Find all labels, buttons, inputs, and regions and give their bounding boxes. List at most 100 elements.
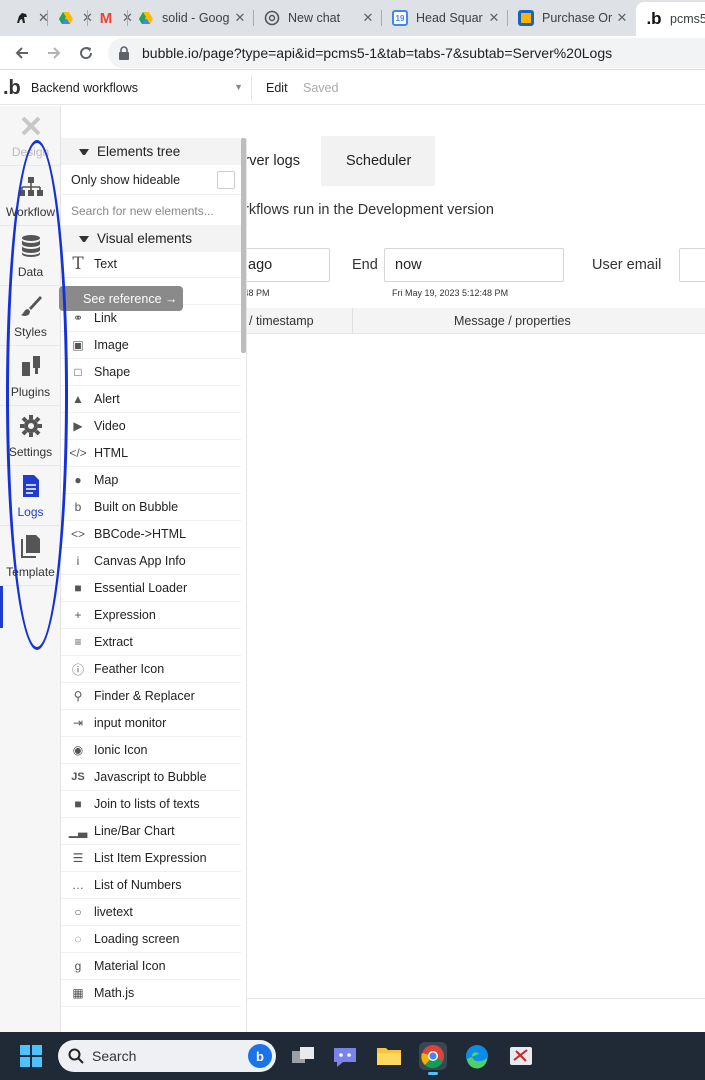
bubble-icon: .b: [646, 9, 662, 28]
reload-icon[interactable]: [74, 41, 98, 65]
browser-tab-active[interactable]: .b pcms5: [636, 2, 705, 36]
nav-data[interactable]: Data: [0, 226, 61, 286]
workflow-page-select[interactable]: Backend workflows ▼: [24, 75, 252, 101]
palette-item-shape[interactable]: □ Shape: [61, 359, 241, 386]
nav-label: Template: [6, 565, 55, 579]
palette-item-label: Expression: [94, 608, 156, 622]
snipping-tool-icon[interactable]: [507, 1042, 535, 1070]
palette-item-extract[interactable]: ≡ Extract: [61, 629, 241, 656]
nav-label: Workflow: [5, 205, 56, 219]
address-bar[interactable]: bubble.io/page?type=api&id=pcms5-1&tab=t…: [108, 38, 705, 68]
google-drive-icon: [58, 10, 74, 26]
plus-icon: +: [74, 608, 82, 622]
end-date-input[interactable]: now: [384, 248, 564, 282]
palette-item-expression[interactable]: + Expression: [61, 602, 241, 629]
palette-item-feather-icon[interactable]: ⓘ Feather Icon: [61, 656, 241, 683]
palette-item-bbcode-html[interactable]: <> BBCode->HTML: [61, 521, 241, 548]
task-view-icon[interactable]: [289, 1042, 317, 1070]
only-hideable-checkbox[interactable]: [217, 171, 235, 189]
magnifier-icon: ⚲: [73, 689, 83, 703]
palette-item-ionic-icon[interactable]: ◉ Ionic Icon: [61, 737, 241, 764]
element-search-input[interactable]: Search for new elements...: [61, 196, 241, 226]
palette-item-input-monitor[interactable]: ⇥ input monitor: [61, 710, 241, 737]
palette-item-label: HTML: [94, 446, 129, 460]
file-explorer-icon[interactable]: [375, 1042, 403, 1070]
nav-settings[interactable]: Settings: [0, 406, 61, 466]
nav-label: Data: [17, 265, 44, 279]
logs-table-header: / timestamp Message / properties: [211, 308, 705, 334]
see-reference-tooltip[interactable]: See reference →: [59, 286, 183, 311]
chrome-icon[interactable]: [419, 1042, 447, 1075]
edit-menu[interactable]: Edit: [266, 81, 288, 95]
browser-tab-1[interactable]: ✕: [4, 4, 49, 32]
nav-label: Plugins: [10, 385, 51, 399]
browser-tab-2[interactable]: ✕: [48, 4, 93, 32]
visual-elements-header[interactable]: Visual elements: [61, 225, 241, 252]
taskbar-search[interactable]: Search b: [58, 1040, 276, 1072]
palette-item-livetext[interactable]: ○ livetext: [61, 899, 241, 926]
browser-tab-6[interactable]: 19 Head Squar ✕: [382, 4, 508, 32]
palette-item-image[interactable]: ▣ Image: [61, 332, 241, 359]
tab-title: pcms5: [670, 12, 705, 26]
palette-item-essential-loader[interactable]: ■ Essential Loader: [61, 575, 241, 602]
forward-arrow-icon[interactable]: [42, 41, 66, 65]
teams-chat-icon[interactable]: [331, 1042, 359, 1070]
palette-item-math-js[interactable]: ▦ Math.js: [61, 980, 241, 1007]
edge-icon[interactable]: [463, 1042, 491, 1070]
palette-item-built-on-bubble[interactable]: b Built on Bubble: [61, 494, 241, 521]
chatgpt-icon: [264, 10, 280, 26]
elements-palette: Elements tree Only show hideable Search …: [61, 138, 247, 1032]
nav-design[interactable]: Design: [0, 106, 61, 166]
nav-workflow[interactable]: Workflow: [0, 166, 61, 226]
browser-tab-5[interactable]: New chat ✕: [254, 4, 382, 32]
elements-tree-header[interactable]: Elements tree: [61, 138, 241, 165]
back-arrow-icon[interactable]: [10, 41, 34, 65]
palette-item-label: Alert: [94, 392, 120, 406]
windows-start-icon[interactable]: [20, 1045, 42, 1067]
palette-item-html[interactable]: </> HTML: [61, 440, 241, 467]
tab-scheduler[interactable]: Scheduler: [346, 136, 411, 186]
tab-title: New chat: [288, 11, 341, 25]
browser-tab-3[interactable]: M ✕: [88, 4, 133, 32]
palette-item-material-icon[interactable]: g Material Icon: [61, 953, 241, 980]
palette-item-list-of-numbers[interactable]: … List of Numbers: [61, 872, 241, 899]
palette-scrollbar[interactable]: [241, 138, 246, 353]
palette-item-line-bar-chart[interactable]: ▁▃ Line/Bar Chart: [61, 818, 241, 845]
palette-item-map[interactable]: ● Map: [61, 467, 241, 494]
palette-item-list-item-expression[interactable]: ☰ List Item Expression: [61, 845, 241, 872]
palette-item-label: BBCode->HTML: [94, 527, 187, 541]
js-icon: JS: [71, 771, 85, 783]
palette-item-label: livetext: [94, 905, 133, 919]
palette-item-loading-screen[interactable]: ◌ Loading screen: [61, 926, 241, 953]
palette-item-finder-replacer[interactable]: ⚲ Finder & Replacer: [61, 683, 241, 710]
nav-styles[interactable]: Styles: [0, 286, 61, 346]
palette-item-label: Material Icon: [94, 959, 166, 973]
palette-item-video[interactable]: ▶ Video: [61, 413, 241, 440]
close-icon[interactable]: ✕: [614, 10, 630, 26]
browser-tab-7[interactable]: Purchase Or ✕: [508, 4, 636, 32]
bubble-logo-icon[interactable]: .b: [3, 77, 21, 100]
divider: [245, 998, 705, 999]
calculator-icon: ▦: [72, 986, 84, 1000]
close-icon[interactable]: ✕: [486, 10, 502, 26]
template-icon: [20, 534, 41, 561]
palette-item-label: input monitor: [94, 716, 167, 730]
browser-tab-4[interactable]: solid - Goog ✕: [128, 4, 254, 32]
palette-item-javascript-to-bubble[interactable]: JS Javascript to Bubble: [61, 764, 241, 791]
nav-logs[interactable]: Logs: [0, 466, 61, 526]
visual-elements-label: Visual elements: [97, 231, 193, 246]
info-icon: i: [76, 554, 80, 568]
text-T-icon: T: [72, 254, 84, 274]
user-email-input[interactable]: [679, 248, 705, 282]
nav-plugins[interactable]: Plugins: [0, 346, 61, 406]
palette-item-join-to-lists-of-texts[interactable]: ■ Join to lists of texts: [61, 791, 241, 818]
close-icon[interactable]: ✕: [360, 10, 376, 26]
close-icon[interactable]: ✕: [232, 10, 248, 26]
palette-item-label: Text: [94, 257, 117, 271]
gmail-icon: M: [99, 9, 113, 27]
palette-item-alert[interactable]: ▲ Alert: [61, 386, 241, 413]
nav-template[interactable]: Template: [0, 526, 61, 586]
palette-item-text[interactable]: T Text: [61, 251, 241, 278]
caret-down-icon: [79, 148, 89, 155]
palette-item-canvas-app-info[interactable]: i Canvas App Info: [61, 548, 241, 575]
